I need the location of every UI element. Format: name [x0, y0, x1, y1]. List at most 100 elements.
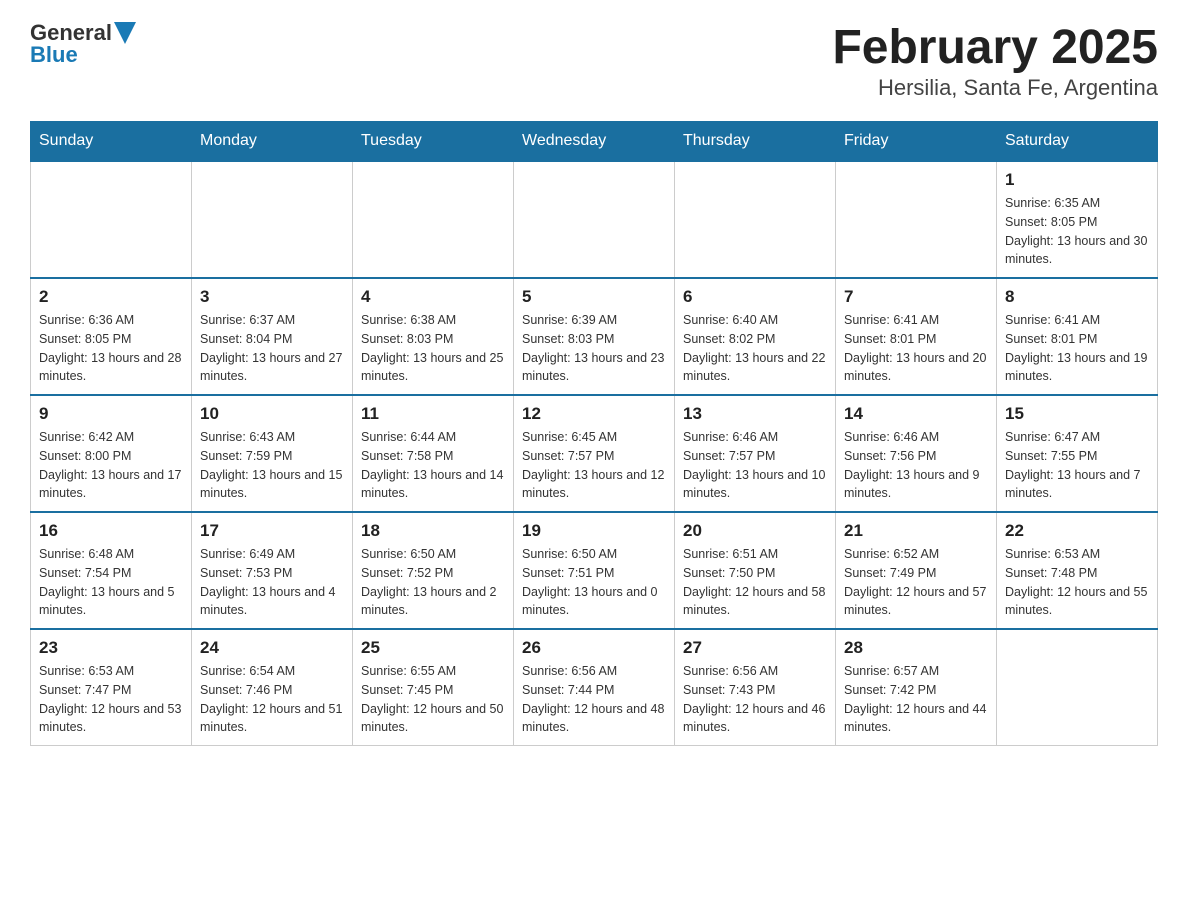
calendar-cell: 22 Sunrise: 6:53 AM Sunset: 7:48 PM Dayli… — [997, 512, 1158, 629]
calendar-cell — [675, 161, 836, 278]
calendar-cell: 11Sunrise: 6:44 AM Sunset: 7:58 PM Dayli… — [353, 395, 514, 512]
day-info: Sunrise: 6:39 AM Sunset: 8:03 PM Dayligh… — [522, 311, 666, 386]
day-info: Sunrise: 6:41 AM Sunset: 8:01 PM Dayligh… — [844, 311, 988, 386]
day-info: Sunrise: 6:52 AM Sunset: 7:49 PM Dayligh… — [844, 545, 988, 620]
day-info: Sunrise: 6:44 AM Sunset: 7:58 PM Dayligh… — [361, 428, 505, 503]
calendar-cell: 5Sunrise: 6:39 AM Sunset: 8:03 PM Daylig… — [514, 278, 675, 395]
day-info: Sunrise: 6:43 AM Sunset: 7:59 PM Dayligh… — [200, 428, 344, 503]
day-info: Sunrise: 6:53 AM Sunset: 7:48 PM Dayligh… — [1005, 545, 1149, 620]
day-info: Sunrise: 6:35 AM Sunset: 8:05 PM Dayligh… — [1005, 194, 1149, 269]
calendar-cell: 14 Sunrise: 6:46 AM Sunset: 7:56 PM Dayli… — [836, 395, 997, 512]
day-number: 7 — [844, 287, 988, 307]
day-info: Sunrise: 6:56 AM Sunset: 7:44 PM Dayligh… — [522, 662, 666, 737]
weekday-header-monday: Monday — [192, 122, 353, 162]
calendar-cell: 6 Sunrise: 6:40 AM Sunset: 8:02 PM Daylig… — [675, 278, 836, 395]
day-info: Sunrise: 6:55 AM Sunset: 7:45 PM Dayligh… — [361, 662, 505, 737]
calendar-cell: 9 Sunrise: 6:42 AM Sunset: 8:00 PM Daylig… — [31, 395, 192, 512]
calendar-cell — [353, 161, 514, 278]
day-number: 4 — [361, 287, 505, 307]
calendar-cell: 4 Sunrise: 6:38 AM Sunset: 8:03 PM Daylig… — [353, 278, 514, 395]
day-info: Sunrise: 6:42 AM Sunset: 8:00 PM Dayligh… — [39, 428, 183, 503]
calendar-cell: 7 Sunrise: 6:41 AM Sunset: 8:01 PM Daylig… — [836, 278, 997, 395]
calendar-week-row: 9 Sunrise: 6:42 AM Sunset: 8:00 PM Daylig… — [31, 395, 1158, 512]
day-info: Sunrise: 6:57 AM Sunset: 7:42 PM Dayligh… — [844, 662, 988, 737]
day-info: Sunrise: 6:45 AM Sunset: 7:57 PM Dayligh… — [522, 428, 666, 503]
calendar-cell: 12 Sunrise: 6:45 AM Sunset: 7:57 PM Dayli… — [514, 395, 675, 512]
day-info: Sunrise: 6:49 AM Sunset: 7:53 PM Dayligh… — [200, 545, 344, 620]
day-number: 26 — [522, 638, 666, 658]
day-info: Sunrise: 6:51 AM Sunset: 7:50 PM Dayligh… — [683, 545, 827, 620]
day-info: Sunrise: 6:40 AM Sunset: 8:02 PM Dayligh… — [683, 311, 827, 386]
weekday-header-friday: Friday — [836, 122, 997, 162]
day-number: 2 — [39, 287, 183, 307]
day-number: 20 — [683, 521, 827, 541]
calendar-header-row: SundayMondayTuesdayWednesdayThursdayFrid… — [31, 122, 1158, 162]
weekday-header-tuesday: Tuesday — [353, 122, 514, 162]
calendar-cell: 27 Sunrise: 6:56 AM Sunset: 7:43 PM Dayli… — [675, 629, 836, 746]
calendar-cell: 25 Sunrise: 6:55 AM Sunset: 7:45 PM Dayli… — [353, 629, 514, 746]
weekday-header-sunday: Sunday — [31, 122, 192, 162]
calendar-cell — [997, 629, 1158, 746]
calendar-week-row: 2Sunrise: 6:36 AM Sunset: 8:05 PM Daylig… — [31, 278, 1158, 395]
day-number: 12 — [522, 404, 666, 424]
calendar-cell: 19 Sunrise: 6:50 AM Sunset: 7:51 PM Dayli… — [514, 512, 675, 629]
day-number: 13 — [683, 404, 827, 424]
day-number: 24 — [200, 638, 344, 658]
calendar-cell: 18Sunrise: 6:50 AM Sunset: 7:52 PM Dayli… — [353, 512, 514, 629]
day-number: 16 — [39, 521, 183, 541]
calendar-cell: 23 Sunrise: 6:53 AM Sunset: 7:47 PM Dayli… — [31, 629, 192, 746]
day-number: 25 — [361, 638, 505, 658]
day-number: 18 — [361, 521, 505, 541]
day-number: 8 — [1005, 287, 1149, 307]
day-number: 9 — [39, 404, 183, 424]
calendar-cell: 24 Sunrise: 6:54 AM Sunset: 7:46 PM Dayli… — [192, 629, 353, 746]
page-header: General Blue February 2025 Hersilia, San… — [30, 20, 1158, 101]
day-info: Sunrise: 6:47 AM Sunset: 7:55 PM Dayligh… — [1005, 428, 1149, 503]
month-title: February 2025 — [832, 20, 1158, 75]
day-info: Sunrise: 6:54 AM Sunset: 7:46 PM Dayligh… — [200, 662, 344, 737]
weekday-header-thursday: Thursday — [675, 122, 836, 162]
day-number: 14 — [844, 404, 988, 424]
location-title: Hersilia, Santa Fe, Argentina — [832, 75, 1158, 101]
logo: General Blue — [30, 20, 136, 68]
weekday-header-wednesday: Wednesday — [514, 122, 675, 162]
day-info: Sunrise: 6:53 AM Sunset: 7:47 PM Dayligh… — [39, 662, 183, 737]
day-number: 23 — [39, 638, 183, 658]
day-info: Sunrise: 6:48 AM Sunset: 7:54 PM Dayligh… — [39, 545, 183, 620]
day-info: Sunrise: 6:38 AM Sunset: 8:03 PM Dayligh… — [361, 311, 505, 386]
day-number: 3 — [200, 287, 344, 307]
day-number: 15 — [1005, 404, 1149, 424]
calendar-cell: 20 Sunrise: 6:51 AM Sunset: 7:50 PM Dayli… — [675, 512, 836, 629]
calendar-cell: 2Sunrise: 6:36 AM Sunset: 8:05 PM Daylig… — [31, 278, 192, 395]
title-block: February 2025 Hersilia, Santa Fe, Argent… — [832, 20, 1158, 101]
day-info: Sunrise: 6:41 AM Sunset: 8:01 PM Dayligh… — [1005, 311, 1149, 386]
calendar-cell: 17 Sunrise: 6:49 AM Sunset: 7:53 PM Dayli… — [192, 512, 353, 629]
logo-triangle-icon — [114, 22, 136, 44]
calendar-cell: 10 Sunrise: 6:43 AM Sunset: 7:59 PM Dayli… — [192, 395, 353, 512]
day-number: 19 — [522, 521, 666, 541]
day-info: Sunrise: 6:46 AM Sunset: 7:56 PM Dayligh… — [844, 428, 988, 503]
calendar-cell — [514, 161, 675, 278]
day-info: Sunrise: 6:50 AM Sunset: 7:51 PM Dayligh… — [522, 545, 666, 620]
calendar-cell — [192, 161, 353, 278]
day-number: 6 — [683, 287, 827, 307]
logo-blue-text: Blue — [30, 42, 78, 68]
day-number: 27 — [683, 638, 827, 658]
calendar-cell: 1 Sunrise: 6:35 AM Sunset: 8:05 PM Daylig… — [997, 161, 1158, 278]
day-number: 10 — [200, 404, 344, 424]
calendar-cell: 21 Sunrise: 6:52 AM Sunset: 7:49 PM Dayli… — [836, 512, 997, 629]
calendar-cell: 16 Sunrise: 6:48 AM Sunset: 7:54 PM Dayli… — [31, 512, 192, 629]
day-number: 1 — [1005, 170, 1149, 190]
calendar-week-row: 1 Sunrise: 6:35 AM Sunset: 8:05 PM Daylig… — [31, 161, 1158, 278]
day-number: 17 — [200, 521, 344, 541]
calendar-cell: 13Sunrise: 6:46 AM Sunset: 7:57 PM Dayli… — [675, 395, 836, 512]
day-info: Sunrise: 6:37 AM Sunset: 8:04 PM Dayligh… — [200, 311, 344, 386]
day-number: 21 — [844, 521, 988, 541]
calendar-cell: 26 Sunrise: 6:56 AM Sunset: 7:44 PM Dayli… — [514, 629, 675, 746]
calendar-cell: 8 Sunrise: 6:41 AM Sunset: 8:01 PM Daylig… — [997, 278, 1158, 395]
calendar-table: SundayMondayTuesdayWednesdayThursdayFrid… — [30, 121, 1158, 746]
calendar-week-row: 23 Sunrise: 6:53 AM Sunset: 7:47 PM Dayli… — [31, 629, 1158, 746]
day-number: 22 — [1005, 521, 1149, 541]
day-info: Sunrise: 6:56 AM Sunset: 7:43 PM Dayligh… — [683, 662, 827, 737]
calendar-cell — [31, 161, 192, 278]
